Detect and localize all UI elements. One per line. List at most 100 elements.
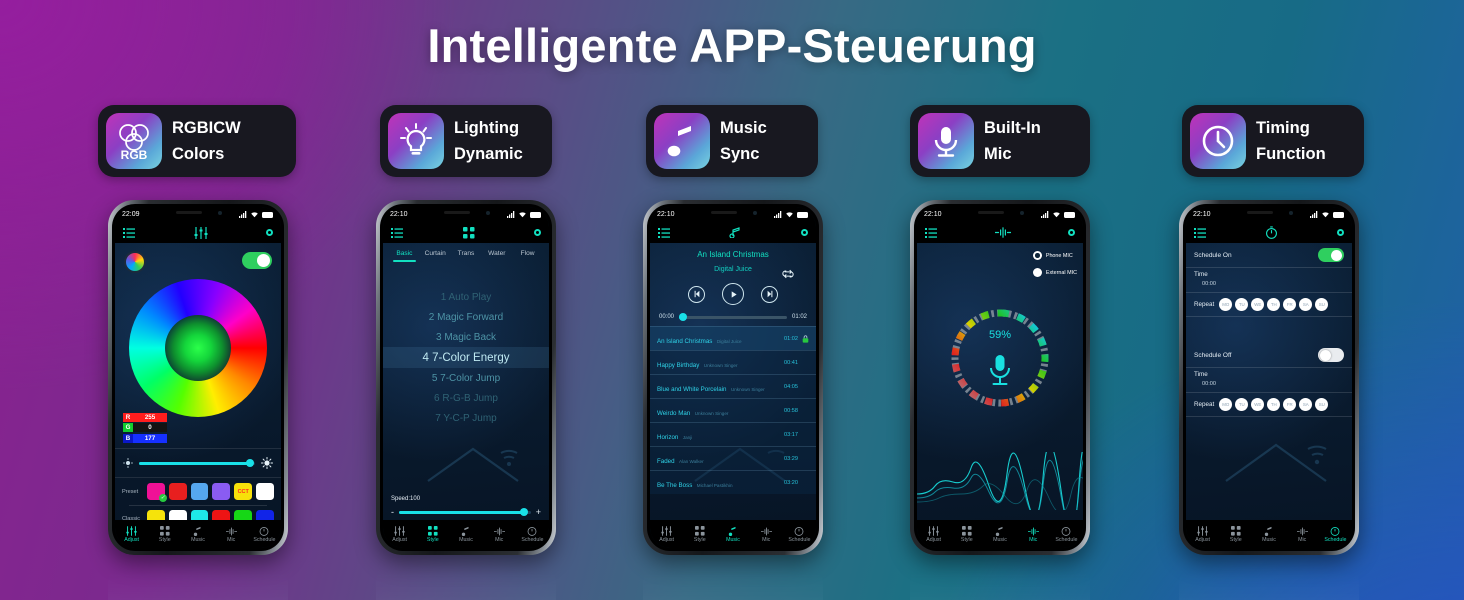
day-th[interactable]: TH <box>1267 298 1281 311</box>
color-wheel[interactable] <box>129 279 267 417</box>
tab-water[interactable]: Water <box>481 250 512 257</box>
radio-phone-mic[interactable]: Phone MIC <box>1032 251 1077 260</box>
preset-swatch[interactable] <box>168 483 187 500</box>
brightness-track[interactable] <box>139 459 255 467</box>
lock-icon[interactable] <box>798 330 809 348</box>
nav-music[interactable]: Music <box>983 526 1016 543</box>
nav-mic[interactable]: Mic <box>750 527 783 543</box>
seek-bar-row[interactable]: 00:00 01:02 <box>650 305 816 326</box>
list-item[interactable]: 2 Magic Forward <box>383 307 549 327</box>
nav-mic[interactable]: Mic <box>483 527 516 543</box>
list-item[interactable]: 1 Auto Play <box>383 287 549 307</box>
list-item[interactable]: 3 Magic Back <box>383 327 549 347</box>
day-tu[interactable]: TU <box>1235 398 1249 411</box>
day-su[interactable]: SU <box>1315 398 1329 411</box>
nav-music[interactable]: Music <box>181 526 214 543</box>
day-th[interactable]: TH <box>1267 398 1281 411</box>
day-we[interactable]: WE <box>1251 398 1265 411</box>
nav-mic[interactable]: Mic <box>215 527 248 543</box>
nav-mic[interactable]: Mic <box>1017 527 1050 543</box>
nav-style[interactable]: Style <box>683 526 716 543</box>
nav-mic[interactable]: Mic <box>1286 527 1319 543</box>
list-item-selected[interactable]: 4 7-Color Energy <box>383 347 549 368</box>
nav-schedule[interactable]: Schedule <box>1050 526 1083 543</box>
tab-flow[interactable]: Flow <box>512 250 543 257</box>
nav-schedule[interactable]: Schedule <box>248 526 281 543</box>
nav-schedule[interactable]: Schedule <box>783 526 816 543</box>
menu-list-icon[interactable] <box>1194 227 1206 238</box>
speed-plus-button[interactable]: + <box>536 507 541 517</box>
color-swatch-button[interactable] <box>124 251 146 273</box>
day-sa[interactable]: SA <box>1299 398 1313 411</box>
playlist-row[interactable]: Happy Birthday Unknown Singer 00:41 <box>650 350 816 374</box>
playlist-row[interactable]: Horizon Janji 03:17 <box>650 422 816 446</box>
power-status-icon[interactable] <box>1068 229 1075 236</box>
tab-curtain[interactable]: Curtain <box>420 250 451 257</box>
schedule-on-row[interactable]: Schedule On <box>1186 243 1352 268</box>
playlist-row[interactable]: Be The Boss Michael Pastikhin 03:20 <box>650 470 816 494</box>
preset-swatch[interactable] <box>190 483 209 500</box>
power-toggle[interactable] <box>242 252 272 269</box>
brightness-slider-row[interactable] <box>115 448 281 478</box>
day-mo[interactable]: MO <box>1219 398 1233 411</box>
mic-wave-icon[interactable] <box>994 227 1011 238</box>
badge-timing-function[interactable]: Timing Function <box>1182 105 1364 177</box>
play-button[interactable] <box>722 283 744 305</box>
playlist-row[interactable]: An Island Christmas Digital Juice 01:02 <box>650 326 816 350</box>
nav-style[interactable]: Style <box>416 526 449 543</box>
playlist-row[interactable]: Weirdo Man Unknown Singer 00:58 <box>650 398 816 422</box>
schedule-off-toggle[interactable] <box>1318 348 1344 362</box>
sliders-icon[interactable] <box>194 226 208 239</box>
nav-adjust[interactable]: Adjust <box>917 526 950 543</box>
speed-minus-button[interactable]: - <box>391 507 394 517</box>
power-status-icon[interactable] <box>266 229 273 236</box>
preset-swatch[interactable] <box>256 483 274 500</box>
day-su[interactable]: SU <box>1315 298 1329 311</box>
schedule-off-time[interactable]: Time 00:00 <box>1186 368 1352 393</box>
timer-icon[interactable] <box>1265 226 1278 239</box>
color-wheel-center[interactable] <box>165 315 231 381</box>
seek-track[interactable] <box>679 313 787 321</box>
speed-track[interactable] <box>399 508 531 516</box>
classic-swatch[interactable] <box>147 510 165 520</box>
playlist-row[interactable]: Blue and White Porcelain Unknown Singer … <box>650 374 816 398</box>
tab-trans[interactable]: Trans <box>451 250 482 257</box>
day-fr[interactable]: FR <box>1283 298 1297 311</box>
list-item[interactable]: 7 Y-C-P Jump <box>383 408 549 428</box>
nav-schedule[interactable]: Schedule <box>1319 526 1352 543</box>
day-mo[interactable]: MO <box>1219 298 1233 311</box>
nav-music[interactable]: Music <box>1252 526 1285 543</box>
preset-swatch[interactable]: ✓ <box>147 483 167 502</box>
nav-schedule[interactable]: Schedule <box>516 526 549 543</box>
grid-icon[interactable] <box>462 226 475 239</box>
menu-list-icon[interactable] <box>391 227 403 238</box>
badge-music-sync[interactable]: Music Sync <box>646 105 818 177</box>
badge-builtin-mic[interactable]: Built-In Mic <box>910 105 1090 177</box>
classic-swatch[interactable] <box>256 510 274 520</box>
nav-adjust[interactable]: Adjust <box>650 526 683 543</box>
nav-adjust[interactable]: Adjust <box>383 526 416 543</box>
nav-style[interactable]: Style <box>950 526 983 543</box>
classic-swatch[interactable] <box>168 510 187 520</box>
next-track-button[interactable] <box>761 285 778 303</box>
preset-swatch[interactable] <box>212 483 231 500</box>
radio-button[interactable] <box>1032 251 1042 260</box>
power-status-icon[interactable] <box>1337 229 1344 236</box>
day-fr[interactable]: FR <box>1283 398 1297 411</box>
day-tu[interactable]: TU <box>1235 298 1249 311</box>
nav-style[interactable]: Style <box>148 526 181 543</box>
menu-list-icon[interactable] <box>925 227 937 238</box>
tab-basic[interactable]: Basic <box>389 250 420 262</box>
list-item[interactable]: 6 R-G-B Jump <box>383 388 549 408</box>
nav-adjust[interactable]: Adjust <box>1186 526 1219 543</box>
classic-swatch[interactable] <box>190 510 209 520</box>
schedule-on-time[interactable]: Time 00:00 <box>1186 268 1352 293</box>
day-we[interactable]: WE <box>1251 298 1265 311</box>
radio-external-mic[interactable]: External MIC <box>1032 268 1077 277</box>
radio-button[interactable] <box>1032 268 1042 277</box>
nav-style[interactable]: Style <box>1219 526 1252 543</box>
day-sa[interactable]: SA <box>1299 298 1313 311</box>
nav-music[interactable]: Music <box>449 526 482 543</box>
badge-rgbicw-colors[interactable]: RGB RGBICW Colors <box>98 105 296 177</box>
power-status-icon[interactable] <box>801 229 808 236</box>
